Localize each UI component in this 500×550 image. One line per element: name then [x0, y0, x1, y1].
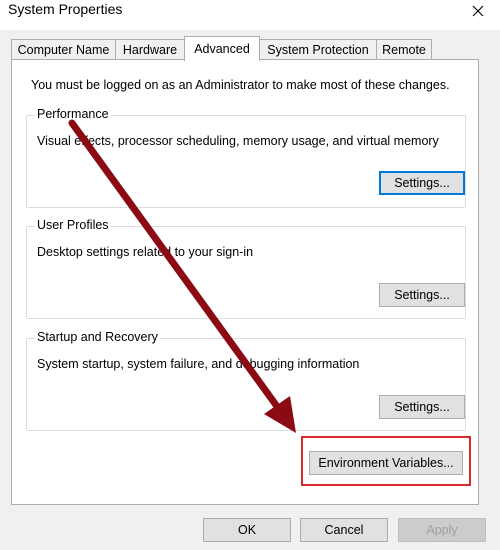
startup-recovery-title: Startup and Recovery: [35, 330, 160, 344]
annotation-highlight-box: [301, 436, 471, 486]
startup-recovery-settings-button[interactable]: Settings...: [379, 395, 465, 419]
close-icon: [472, 5, 484, 17]
cancel-button[interactable]: Cancel: [300, 518, 388, 542]
tab-remote[interactable]: Remote: [376, 39, 432, 59]
user-profiles-settings-button[interactable]: Settings...: [379, 283, 465, 307]
window-title: System Properties: [8, 1, 123, 17]
tab-strip: Computer Name Hardware Advanced System P…: [0, 36, 500, 61]
performance-description: Visual effects, processor scheduling, me…: [37, 134, 439, 148]
performance-group: Performance Visual effects, processor sc…: [26, 107, 466, 208]
ok-button[interactable]: OK: [203, 518, 291, 542]
startup-recovery-group: Startup and Recovery System startup, sys…: [26, 330, 466, 431]
admin-notice: You must be logged on as an Administrato…: [31, 78, 450, 92]
user-profiles-description: Desktop settings related to your sign-in: [37, 245, 254, 259]
apply-button[interactable]: Apply: [398, 518, 486, 542]
user-profiles-title: User Profiles: [35, 218, 111, 232]
close-button[interactable]: [456, 0, 500, 22]
startup-recovery-description: System startup, system failure, and debu…: [37, 357, 360, 371]
tab-advanced[interactable]: Advanced: [184, 36, 260, 61]
tab-computer-name[interactable]: Computer Name: [11, 39, 116, 59]
user-profiles-group: User Profiles Desktop settings related t…: [26, 218, 466, 319]
tab-system-protection[interactable]: System Protection: [259, 39, 377, 59]
performance-title: Performance: [35, 107, 111, 121]
tab-hardware[interactable]: Hardware: [115, 39, 185, 59]
title-bar: System Properties: [0, 0, 500, 30]
performance-settings-button[interactable]: Settings...: [379, 171, 465, 195]
